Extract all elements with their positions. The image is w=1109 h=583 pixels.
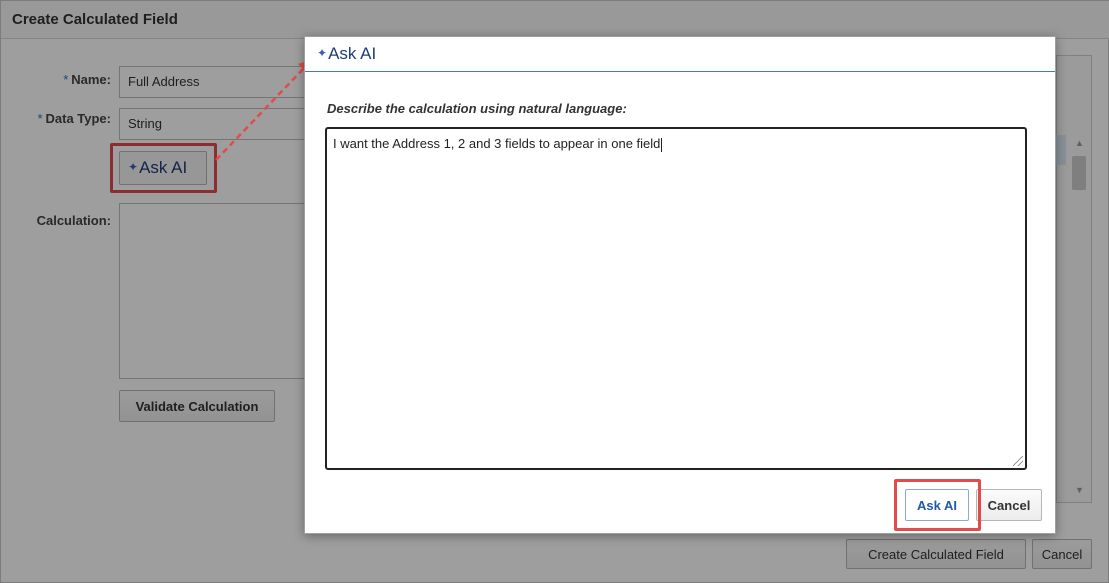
modal-cancel-button[interactable]: Cancel [976, 489, 1042, 521]
highlight-ask-ai-submit [894, 479, 981, 531]
ask-ai-modal: ✦Ask AI Describe the calculation using n… [304, 36, 1056, 534]
sparkle-icon: ✦ [317, 46, 328, 60]
prompt-label: Describe the calculation using natural l… [327, 101, 627, 116]
resize-grip-icon[interactable] [1013, 456, 1023, 466]
prompt-textarea[interactable]: I want the Address 1, 2 and 3 fields to … [325, 127, 1027, 470]
prompt-text: I want the Address 1, 2 and 3 fields to … [333, 136, 661, 151]
text-caret [661, 137, 663, 152]
modal-header: ✦Ask AI [305, 37, 1055, 72]
modal-title: ✦Ask AI [317, 44, 377, 63]
